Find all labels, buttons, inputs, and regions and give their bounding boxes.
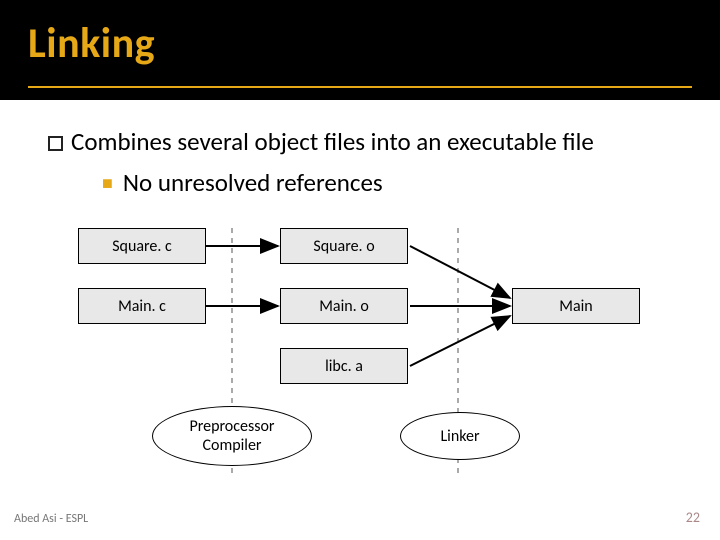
executable-box: Main bbox=[512, 288, 640, 324]
source-file-2-box: Main. c bbox=[78, 288, 206, 324]
object-file-1-label: Square. o bbox=[313, 237, 374, 256]
linking-diagram: Square. c Main. c Square. o Main. o libc… bbox=[40, 226, 680, 506]
library-file-box: libc. a bbox=[280, 348, 408, 384]
square-dot-icon: ■ bbox=[102, 172, 113, 194]
bullet-sub-text: No unresolved references bbox=[123, 167, 383, 198]
library-file-label: libc. a bbox=[325, 357, 363, 376]
executable-label: Main bbox=[559, 297, 592, 316]
object-file-1-box: Square. o bbox=[280, 228, 408, 264]
title-underline bbox=[28, 86, 692, 88]
compile-stage-label: Preprocessor Compiler bbox=[189, 417, 274, 455]
compile-stage-ellipse: Preprocessor Compiler bbox=[152, 406, 312, 466]
footer-author: Abed Asi - ESPL bbox=[14, 512, 88, 526]
link-stage-label: Linker bbox=[440, 427, 479, 446]
slide-title: Linking bbox=[28, 18, 720, 69]
link-stage-ellipse: Linker bbox=[400, 412, 520, 460]
object-file-2-box: Main. o bbox=[280, 288, 408, 324]
slide-body: Combines several object files into an ex… bbox=[0, 100, 720, 506]
slide: Linking Combines several object files in… bbox=[0, 0, 720, 540]
bullet-main-text: Combines several object files into an ex… bbox=[71, 126, 594, 157]
bullet-level-2: ■ No unresolved references bbox=[102, 167, 680, 198]
object-file-2-label: Main. o bbox=[319, 297, 369, 316]
slide-number: 22 bbox=[686, 509, 700, 526]
square-bullet-icon bbox=[48, 136, 63, 151]
source-file-1-label: Square. c bbox=[112, 237, 172, 256]
slide-header: Linking bbox=[0, 0, 720, 100]
source-file-2-label: Main. c bbox=[118, 297, 166, 316]
bullet-level-1: Combines several object files into an ex… bbox=[48, 126, 680, 157]
source-file-1-box: Square. c bbox=[78, 228, 206, 264]
